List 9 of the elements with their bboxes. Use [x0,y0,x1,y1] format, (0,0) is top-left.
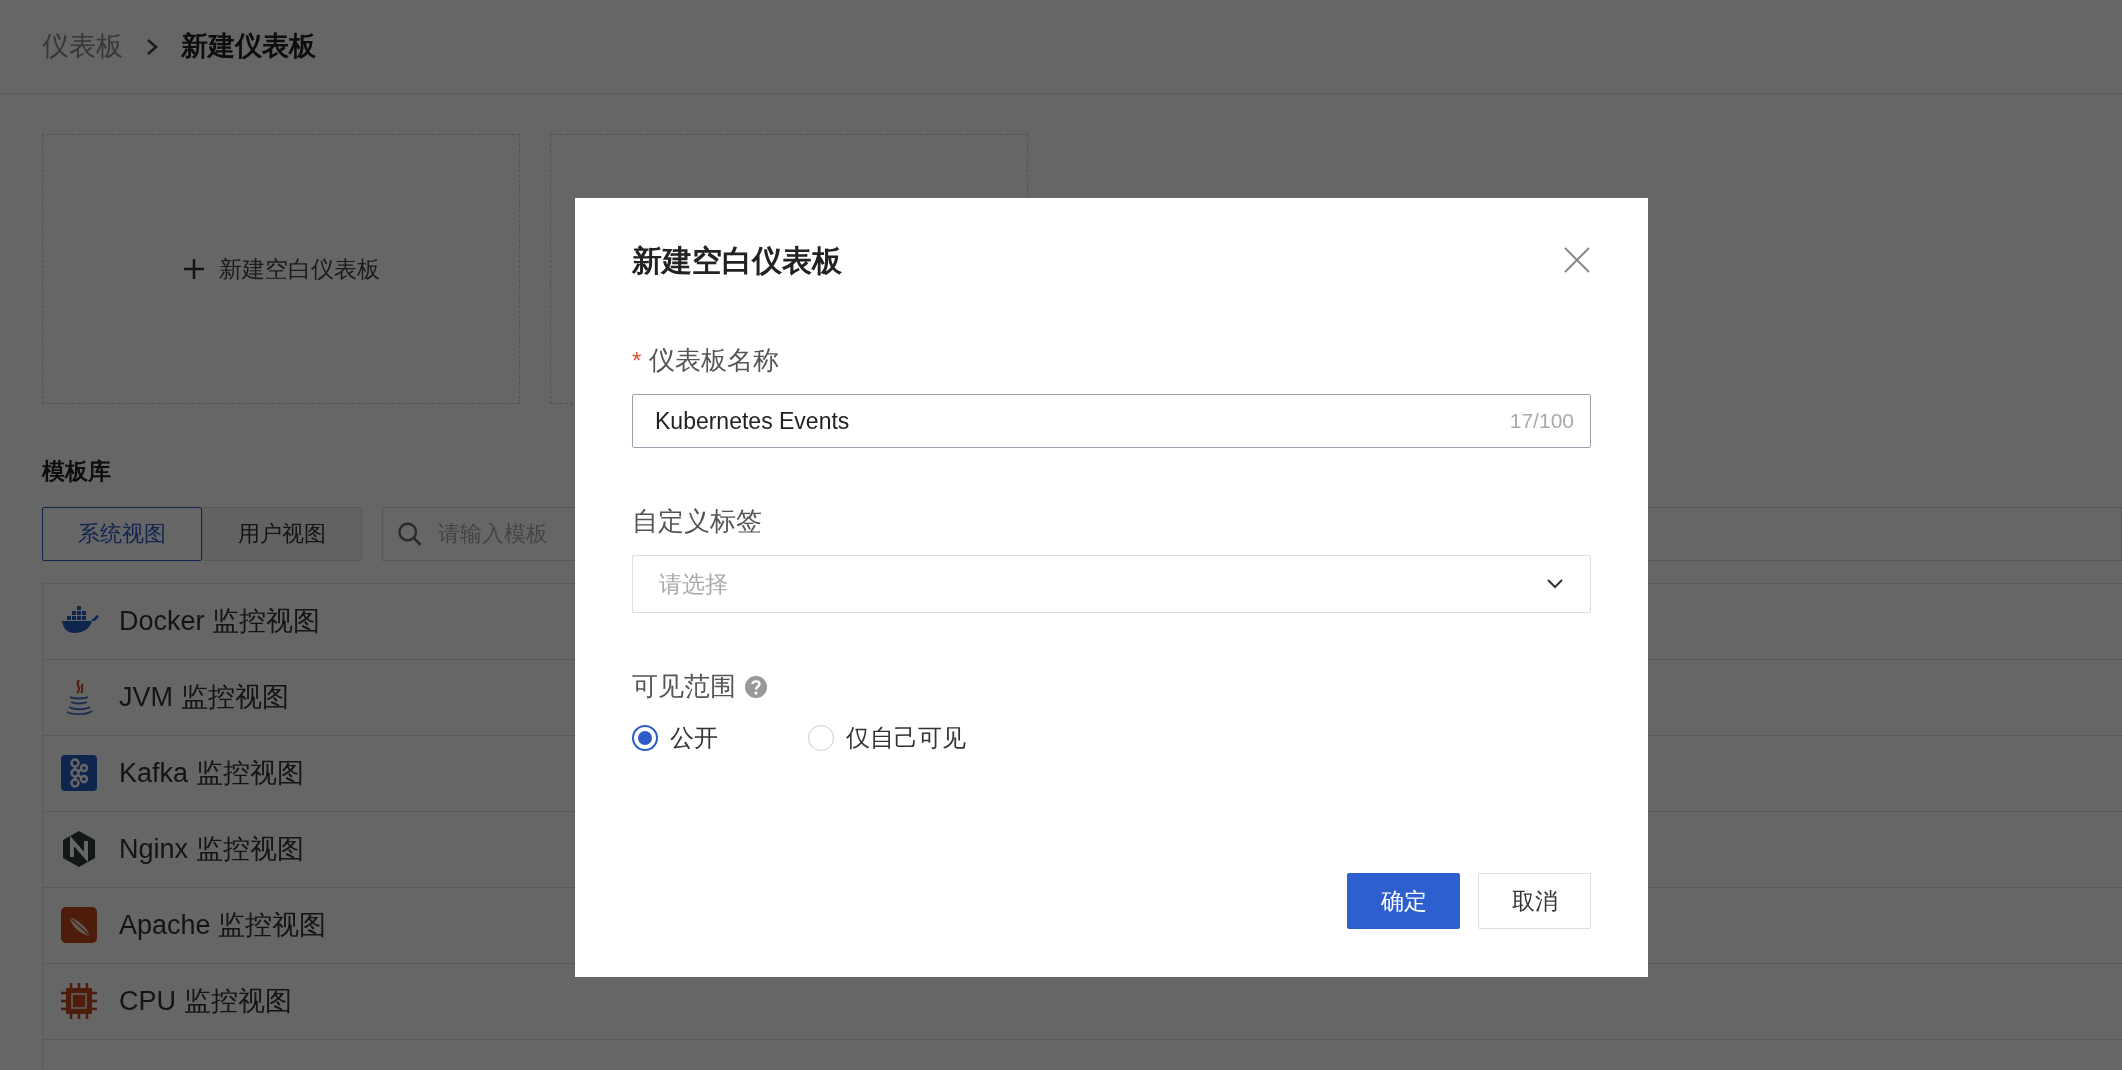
field-label: 可见范围 [632,670,736,703]
breadcrumb-item: 新建仪表板 [181,30,316,64]
card-label: 新建空白仪表板 [218,254,380,284]
required-mark: * [632,345,642,376]
field-label: 仪表板名称 [649,344,780,377]
character-count: 17/100 [1509,408,1574,435]
field-label: 自定义标签 [632,505,762,538]
section-title: 模板库 [42,457,112,486]
dialog-title: 新建空白仪表板 [632,243,842,279]
